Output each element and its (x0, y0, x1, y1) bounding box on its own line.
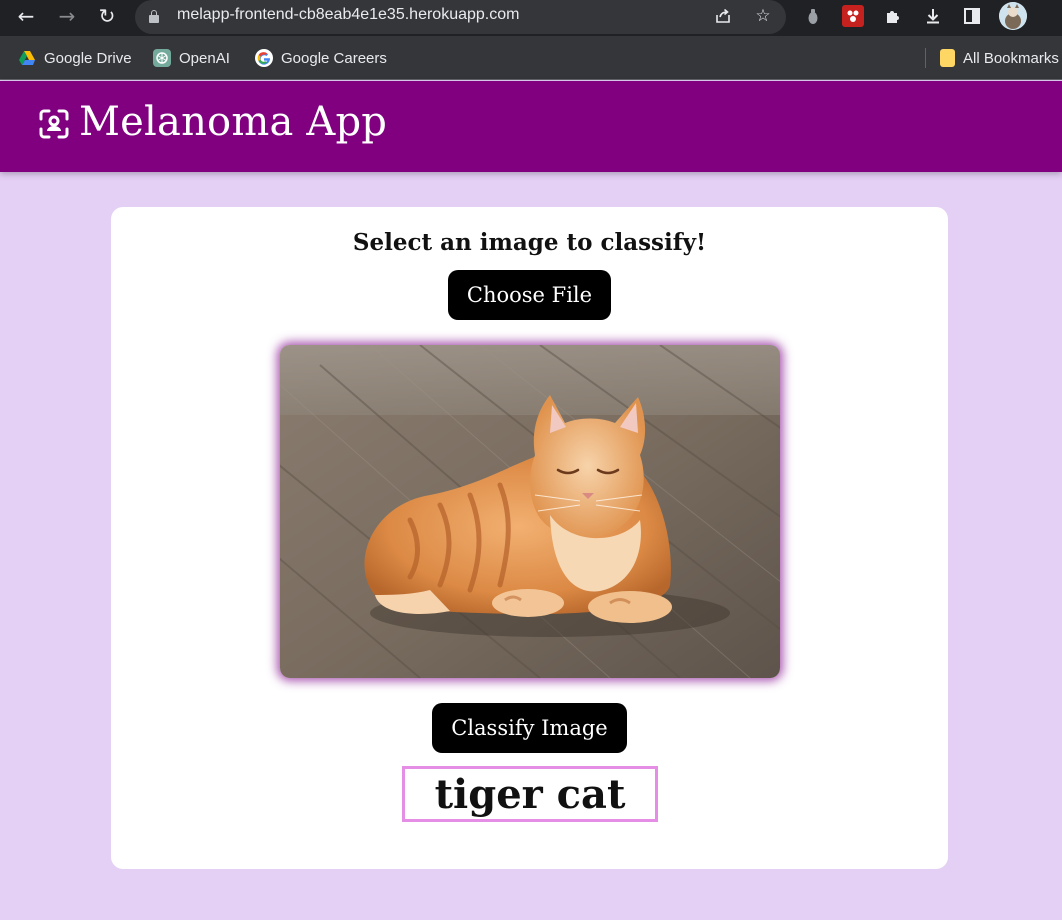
back-arrow-icon[interactable]: ← (14, 4, 38, 28)
card-heading: Select an image to classify! (352, 229, 707, 256)
bookmark-label: OpenAI (179, 49, 230, 67)
face-scan-icon (38, 108, 70, 140)
puzzle-icon[interactable] (882, 5, 904, 27)
share-icon[interactable] (711, 4, 735, 28)
extension-icon[interactable] (842, 5, 864, 27)
bookmarks-bar: Google Drive OpenAI Google Careers All B… (0, 36, 1062, 80)
avatar[interactable] (999, 2, 1027, 30)
lock-icon[interactable] (149, 10, 159, 24)
prediction-result: tiger cat (402, 766, 658, 822)
bookmark-label: Google Drive (44, 49, 132, 67)
address-bar[interactable]: melapp-frontend-cb8eab4e1e35.herokuapp.c… (135, 0, 786, 34)
divider (925, 48, 926, 68)
bookmark-openai[interactable]: OpenAI (153, 47, 230, 69)
url-text[interactable]: melapp-frontend-cb8eab4e1e35.herokuapp.c… (177, 6, 519, 24)
app-title: Melanoma App (79, 99, 388, 145)
bookmark-google-careers[interactable]: Google Careers (255, 47, 387, 69)
folder-icon (940, 49, 955, 67)
preview-image (280, 345, 780, 678)
side-panel-icon[interactable] (961, 5, 983, 27)
bookmark-google-drive[interactable]: Google Drive (18, 47, 132, 69)
browser-toolbar: ← → ↻ melapp-frontend-cb8eab4e1e35.herok… (0, 0, 1062, 36)
star-icon[interactable]: ☆ (751, 4, 775, 28)
app-header: Melanoma App (0, 81, 1062, 172)
download-icon[interactable] (922, 5, 944, 27)
extension-icon[interactable] (802, 5, 824, 27)
all-bookmarks[interactable]: All Bookmarks (940, 47, 1059, 69)
reload-icon[interactable]: ↻ (95, 4, 119, 28)
choose-file-button[interactable]: Choose File (448, 270, 611, 320)
classifier-card: Select an image to classify! Choose File (111, 207, 948, 869)
bookmark-label: Google Careers (281, 49, 387, 67)
forward-arrow-icon[interactable]: → (55, 4, 79, 28)
google-drive-icon (18, 49, 36, 67)
classify-image-button[interactable]: Classify Image (432, 703, 627, 753)
all-bookmarks-label: All Bookmarks (963, 49, 1059, 67)
google-icon (255, 49, 273, 67)
openai-icon (153, 49, 171, 67)
